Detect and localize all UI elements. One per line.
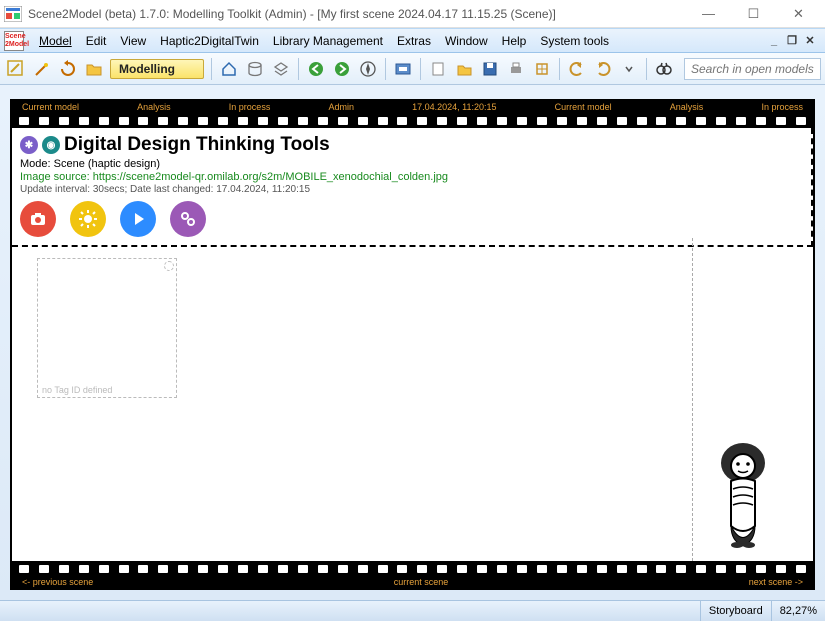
camera-icon <box>28 209 48 229</box>
undo-icon[interactable] <box>565 57 589 81</box>
prev-scene-link[interactable]: <- previous scene <box>22 577 93 587</box>
workspace: Current model Analysis In process Admin … <box>0 85 825 600</box>
back-icon[interactable] <box>304 57 328 81</box>
camera-button[interactable] <box>20 201 56 237</box>
film-band-bottom: <- previous scene current scene next sce… <box>12 561 813 588</box>
play-icon <box>128 209 148 229</box>
status-zoom[interactable]: 82,27% <box>771 601 825 621</box>
screenshot-icon[interactable] <box>391 57 415 81</box>
canvas[interactable]: ✱ ◉ Digital Design Thinking Tools Mode: … <box>12 128 813 561</box>
mdi-close-button[interactable]: ✕ <box>803 34 817 48</box>
mdi-minimize-button[interactable]: _ <box>767 34 781 48</box>
sun-icon <box>78 209 98 229</box>
sun-button[interactable] <box>70 201 106 237</box>
film-label: In process <box>761 102 803 112</box>
open-icon[interactable] <box>452 57 476 81</box>
gears-icon <box>178 209 198 229</box>
window-title: Scene2Model (beta) 1.7.0: Modelling Tool… <box>28 7 686 21</box>
film-label: Analysis <box>137 102 171 112</box>
menu-help[interactable]: Help <box>495 31 534 51</box>
menu-library-management[interactable]: Library Management <box>266 31 390 51</box>
menu-haptic2digitaltwin[interactable]: Haptic2DigitalTwin <box>153 31 266 51</box>
search-input[interactable] <box>684 58 821 80</box>
menu-window[interactable]: Window <box>438 31 495 51</box>
folder-icon[interactable] <box>82 57 106 81</box>
current-scene-label: current scene <box>394 577 449 587</box>
film-label: Analysis <box>670 102 704 112</box>
placeholder-handle-icon <box>164 261 174 271</box>
dropdown-icon[interactable] <box>617 57 641 81</box>
menu-edit[interactable]: Edit <box>79 31 114 51</box>
search-field[interactable] <box>684 58 821 80</box>
database-icon[interactable] <box>243 57 267 81</box>
film-label: In process <box>229 102 271 112</box>
image-placeholder[interactable]: no Tag ID defined <box>37 258 177 398</box>
export-icon[interactable] <box>530 57 554 81</box>
film-label: 17.04.2024, 11:20:15 <box>412 102 496 112</box>
maximize-button[interactable]: ☐ <box>731 0 776 28</box>
persona-figure[interactable] <box>713 441 773 551</box>
close-button[interactable]: ✕ <box>776 0 821 28</box>
compass-icon[interactable] <box>356 57 380 81</box>
menu-view[interactable]: View <box>113 31 153 51</box>
layers-icon[interactable] <box>269 57 293 81</box>
play-button[interactable] <box>120 201 156 237</box>
binoculars-icon[interactable] <box>652 57 676 81</box>
placeholder-tag-text: no Tag ID defined <box>42 385 112 395</box>
menu-model[interactable]: Model <box>32 31 79 51</box>
toolbar: Modelling <box>0 53 825 85</box>
doc-icon: Scene2Model <box>4 31 24 51</box>
scene-source-link[interactable]: Image source: https://scene2model-qr.omi… <box>20 171 803 183</box>
film-label: Admin <box>328 102 354 112</box>
next-scene-link[interactable]: next scene -> <box>749 577 803 587</box>
globe-badge-icon: ◉ <box>42 136 60 154</box>
scene-title: Digital Design Thinking Tools <box>64 134 330 156</box>
refresh-icon[interactable] <box>56 57 80 81</box>
film-band-top: Current model Analysis In process Admin … <box>12 101 813 128</box>
tool-badge-icon: ✱ <box>20 136 38 154</box>
scene-update-text: Update interval: 30secs; Date last chang… <box>20 184 803 195</box>
film-label: Current model <box>555 102 612 112</box>
app-icon <box>4 6 22 22</box>
divider-line <box>692 238 693 561</box>
film-label: Current model <box>22 102 79 112</box>
statusbar: Storyboard 82,27% <box>0 600 825 621</box>
filmstrip-frame: Current model Analysis In process Admin … <box>10 99 815 590</box>
settings-button[interactable] <box>170 201 206 237</box>
menubar: Scene2Model Model Edit View Haptic2Digit… <box>0 28 825 53</box>
status-view[interactable]: Storyboard <box>700 601 771 621</box>
mode-selector[interactable]: Modelling <box>110 59 204 79</box>
mdi-restore-button[interactable]: ❐ <box>785 34 799 48</box>
redo-icon[interactable] <box>591 57 615 81</box>
menu-extras[interactable]: Extras <box>390 31 438 51</box>
scene-mode-text: Mode: Scene (haptic design) <box>20 158 803 170</box>
minimize-button[interactable]: — <box>686 0 731 28</box>
menu-system-tools[interactable]: System tools <box>533 31 616 51</box>
new-doc-icon[interactable] <box>426 57 450 81</box>
edit-tool-icon[interactable] <box>4 57 28 81</box>
window-titlebar: Scene2Model (beta) 1.7.0: Modelling Tool… <box>0 0 825 28</box>
scene-header: ✱ ◉ Digital Design Thinking Tools Mode: … <box>12 128 813 247</box>
home-icon[interactable] <box>217 57 241 81</box>
wand-icon[interactable] <box>30 57 54 81</box>
forward-icon[interactable] <box>330 57 354 81</box>
print-icon[interactable] <box>504 57 528 81</box>
save-icon[interactable] <box>478 57 502 81</box>
